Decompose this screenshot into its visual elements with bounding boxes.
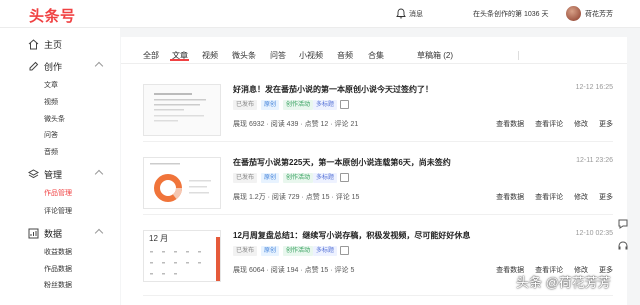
tabs-separator (121, 63, 627, 64)
activity-badge: 创作活动 (283, 246, 314, 256)
article-stats: 展现 1.2万 · 阅读 729 · 点赞 15 · 评论 15 (233, 194, 360, 201)
sidebar: 主页 创作 文章 视频 微头条 问答 音频 管理 作品管理 评论管理 数据 收益… (0, 28, 120, 305)
multi-title-badge: 多标题 (313, 246, 338, 256)
article-stats: 展现 6932 · 阅读 439 · 点赞 12 · 评论 21 (233, 121, 359, 128)
creation-days-text: 在头条创作的第 1036 天 (473, 11, 549, 18)
tab-microheadline[interactable]: 微头条 (232, 50, 256, 61)
view-comments-link[interactable]: 查看评论 (535, 194, 563, 201)
status-badge: 已发布 (233, 173, 258, 183)
edit-icon (29, 61, 39, 71)
chevron-up-icon[interactable] (94, 228, 104, 238)
tab-drafts[interactable]: 草稿箱 (2) (417, 50, 453, 61)
sidebar-item-qa[interactable]: 问答 (44, 130, 58, 140)
article-thumbnail[interactable] (143, 157, 221, 209)
layers-icon (28, 169, 39, 179)
watermark: 头条 @荷花芳芳 (516, 275, 611, 290)
media-icon (340, 100, 349, 109)
document-preview-icon (144, 85, 220, 135)
article-title[interactable]: 12月周复盘总结1：继续写小说存稿，积极发视频，尽可能好好休息 (233, 230, 470, 241)
activity-badge: 创作活动 (283, 173, 314, 183)
feedback-icon[interactable] (617, 218, 629, 230)
tab-all[interactable]: 全部 (143, 50, 159, 61)
article-actions: 查看数据 查看评论 修改 更多 (487, 192, 613, 202)
headset-icon[interactable] (617, 240, 629, 252)
donut-chart-preview-icon (144, 158, 220, 208)
chevron-up-icon[interactable] (94, 169, 104, 179)
active-tab-indicator (170, 59, 189, 61)
edit-link[interactable]: 修改 (574, 194, 588, 201)
sidebar-item-video[interactable]: 视频 (44, 97, 58, 107)
row-divider (143, 295, 613, 296)
article-date: 12-12 16:25 (575, 84, 613, 91)
tab-divider (518, 51, 519, 60)
more-link[interactable]: 更多 (599, 194, 613, 201)
username[interactable]: 荷花芳芳 (585, 9, 613, 19)
tab-qa[interactable]: 问答 (270, 50, 286, 61)
home-icon (28, 39, 39, 50)
article-title[interactable]: 好消息！发在番茄小说的第一本原创小说今天过签约了！ (233, 84, 433, 95)
calendar-month-label: 12 月 (149, 234, 169, 243)
more-link[interactable]: 更多 (599, 121, 613, 128)
avatar[interactable] (566, 6, 581, 21)
article-title[interactable]: 在番茄写小说第225天，第一本原创小说连载第6天，尚未签约 (233, 157, 451, 168)
bell-icon[interactable] (396, 8, 406, 19)
sidebar-item-works-manage[interactable]: 作品管理 (44, 188, 72, 198)
sidebar-item-works-data[interactable]: 作品数据 (44, 264, 72, 274)
article-date: 12-11 23:26 (576, 157, 613, 164)
sidebar-item-microheadline[interactable]: 微头条 (44, 114, 65, 124)
media-icon (340, 246, 349, 255)
sidebar-item-income-data[interactable]: 收益数据 (44, 247, 72, 257)
chevron-up-icon[interactable] (94, 61, 104, 71)
article-date: 12-10 02:35 (575, 230, 613, 237)
row-divider (143, 141, 613, 142)
original-badge: 原创 (261, 100, 280, 110)
chart-icon (28, 228, 39, 239)
media-icon (340, 173, 349, 182)
view-comments-link[interactable]: 查看评论 (535, 121, 563, 128)
tab-video[interactable]: 视频 (202, 50, 218, 61)
sidebar-item-comments-manage[interactable]: 评论管理 (44, 206, 72, 216)
sidebar-item-fans-data[interactable]: 粉丝数据 (44, 280, 72, 290)
article-stats: 展现 6064 · 阅读 194 · 点赞 15 · 评论 5 (233, 267, 355, 274)
tab-short-video[interactable]: 小视频 (299, 50, 323, 61)
status-badge: 已发布 (233, 100, 258, 110)
sidebar-item-article[interactable]: 文章 (44, 80, 58, 90)
edit-link[interactable]: 修改 (574, 121, 588, 128)
row-divider (143, 214, 613, 215)
multi-title-badge: 多标题 (313, 173, 338, 183)
app-logo[interactable]: 头条号 (29, 5, 76, 26)
article-thumbnail[interactable] (143, 84, 221, 136)
article-actions: 查看数据 查看评论 修改 更多 (487, 119, 613, 129)
tab-collection[interactable]: 合集 (368, 50, 384, 61)
multi-title-badge: 多标题 (313, 100, 338, 110)
messages-link[interactable]: 消息 (409, 9, 423, 19)
tab-audio[interactable]: 音频 (337, 50, 353, 61)
original-badge: 原创 (261, 173, 280, 183)
view-data-link[interactable]: 查看数据 (496, 121, 524, 128)
article-thumbnail[interactable]: 12 月 (143, 230, 221, 282)
view-data-link[interactable]: 查看数据 (496, 194, 524, 201)
original-badge: 原创 (261, 246, 280, 256)
works-panel: 全部 文章 视频 微头条 问答 小视频 音频 合集 草稿箱 (2) 好消息！发在… (121, 37, 627, 305)
status-badge: 已发布 (233, 246, 258, 256)
top-bar: 头条号 消息 在头条创作的第 1036 天 荷花芳芳 (0, 0, 640, 28)
sidebar-item-audio[interactable]: 音频 (44, 147, 58, 157)
activity-badge: 创作活动 (283, 100, 314, 110)
